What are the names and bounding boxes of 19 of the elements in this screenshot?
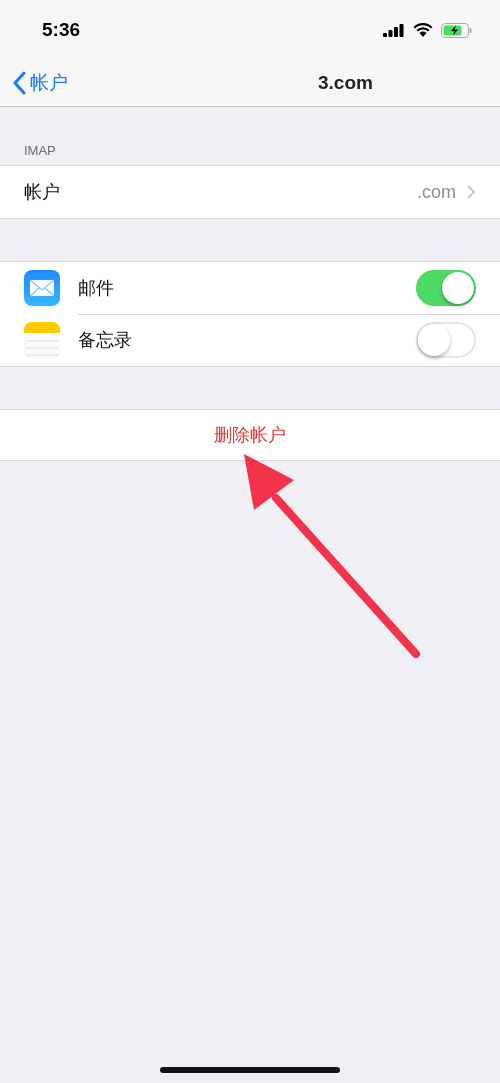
toggle-switch[interactable]	[416, 322, 476, 358]
back-link[interactable]: 帐户	[12, 70, 68, 96]
envelope-icon	[24, 270, 60, 306]
wifi-icon	[413, 23, 433, 37]
account-row[interactable]: 帐户 .com	[0, 165, 500, 219]
app-label: 备忘录	[78, 328, 132, 352]
row-value: .com	[417, 181, 456, 203]
section-header: IMAP	[23, 142, 57, 160]
back-chevron-icon	[12, 71, 26, 95]
row-label: 帐户	[24, 180, 60, 204]
toggle-switch[interactable]	[416, 269, 476, 306]
delete-account-button[interactable]: 删除帐户	[0, 409, 500, 461]
notepad-icon	[24, 322, 60, 358]
app-label: 邮件	[78, 275, 114, 300]
status-time: 5:36	[42, 19, 81, 41]
nav-title: 3.com	[318, 72, 373, 94]
signal-icon	[383, 23, 405, 37]
chevron-icon	[466, 184, 476, 200]
battery-icon	[441, 22, 472, 38]
